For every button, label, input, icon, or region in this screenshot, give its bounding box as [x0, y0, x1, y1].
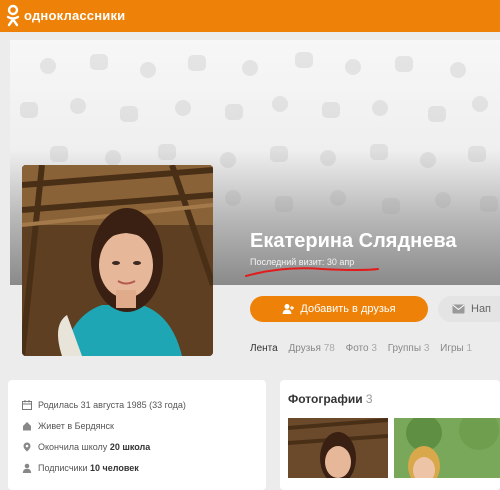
home-icon [23, 422, 31, 431]
message-icon [452, 304, 465, 314]
red-underline-annotation [245, 267, 379, 277]
location-info: Живет в Бердянск [22, 421, 114, 431]
add-friend-button[interactable]: Добавить в друзья [250, 296, 428, 322]
ok-logo-icon[interactable] [6, 4, 20, 28]
city-link[interactable]: Бердянск [75, 421, 114, 431]
tab-groups[interactable]: Группы 3 [388, 343, 430, 354]
avatar-photo [22, 165, 213, 356]
tab-friends[interactable]: Друзья 78 [288, 343, 334, 354]
photos-title[interactable]: Фотографии 3 [288, 392, 373, 406]
message-button[interactable]: Нап [438, 296, 500, 322]
followers-icon [22, 463, 32, 473]
photos-card: Фотографии 3 [280, 380, 500, 490]
school-link[interactable]: 20 школа [110, 442, 150, 452]
followers-link[interactable]: 10 человек [90, 463, 139, 473]
school-info: Окончила школу 20 школа [22, 442, 150, 452]
profile-avatar[interactable] [22, 165, 213, 356]
profile-name: Екатерина Сляднева [250, 230, 457, 252]
photo-thumbnail[interactable] [288, 418, 388, 478]
profile-tabs: Лента Друзья 78 Фото 3 Группы 3 Игры 1 [250, 343, 500, 361]
school-pin-icon [23, 442, 31, 452]
tab-games[interactable]: Игры 1 [440, 343, 472, 354]
brand-name[interactable]: одноклассники [24, 8, 125, 23]
followers-info: Подписчики 10 человек [22, 463, 139, 473]
add-friend-label: Добавить в друзья [300, 303, 396, 315]
tab-feed[interactable]: Лента [250, 343, 278, 354]
birth-info: Родилась 31 августа 1985 (33 года) [22, 400, 186, 410]
photo-thumbnail[interactable] [394, 418, 500, 478]
add-user-icon [282, 304, 295, 314]
top-bar: одноклассники [0, 0, 500, 32]
message-label: Нап [471, 303, 492, 315]
profile-info-card: Родилась 31 августа 1985 (33 года) Живет… [8, 380, 266, 490]
calendar-icon [22, 400, 32, 410]
tab-photos[interactable]: Фото 3 [346, 343, 377, 354]
